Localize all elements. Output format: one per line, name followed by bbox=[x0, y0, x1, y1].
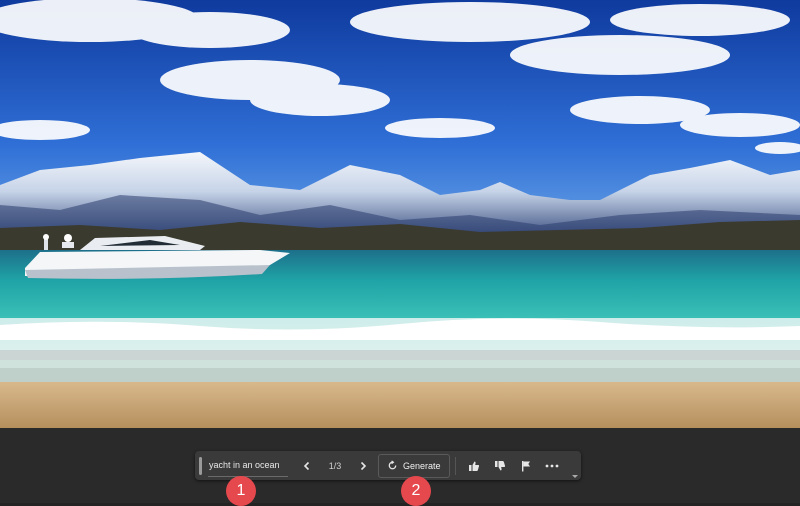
callout-2: 2 bbox=[401, 476, 431, 506]
generated-image bbox=[0, 0, 800, 428]
prompt-input[interactable]: yacht in an ocean bbox=[208, 455, 288, 477]
thumbs-up-icon bbox=[468, 461, 479, 471]
divider bbox=[454, 456, 456, 475]
previous-chevron-icon bbox=[303, 461, 310, 470]
callout-1: 1 bbox=[226, 476, 256, 506]
generate-label: Generate bbox=[403, 460, 441, 471]
generate-button[interactable]: Generate bbox=[378, 453, 450, 478]
variation-counter: 1/3 bbox=[328, 460, 342, 471]
next-variation-button[interactable] bbox=[352, 455, 374, 477]
thumbs-down-button[interactable] bbox=[487, 455, 513, 477]
flag-icon bbox=[521, 460, 530, 471]
image-canvas bbox=[0, 0, 800, 428]
more-options-button[interactable] bbox=[539, 455, 565, 477]
regenerate-icon bbox=[388, 460, 397, 470]
thumbs-down-icon bbox=[494, 460, 505, 470]
report-button[interactable] bbox=[513, 455, 539, 477]
resize-corner-icon bbox=[572, 475, 578, 478]
thumbs-up-button[interactable] bbox=[461, 455, 487, 477]
next-chevron-icon bbox=[360, 461, 367, 470]
drag-handle[interactable] bbox=[199, 456, 202, 475]
contextual-taskbar: yacht in an ocean 1/3 Generate bbox=[195, 451, 581, 480]
previous-variation-button[interactable] bbox=[296, 455, 318, 477]
more-icon bbox=[545, 464, 558, 467]
